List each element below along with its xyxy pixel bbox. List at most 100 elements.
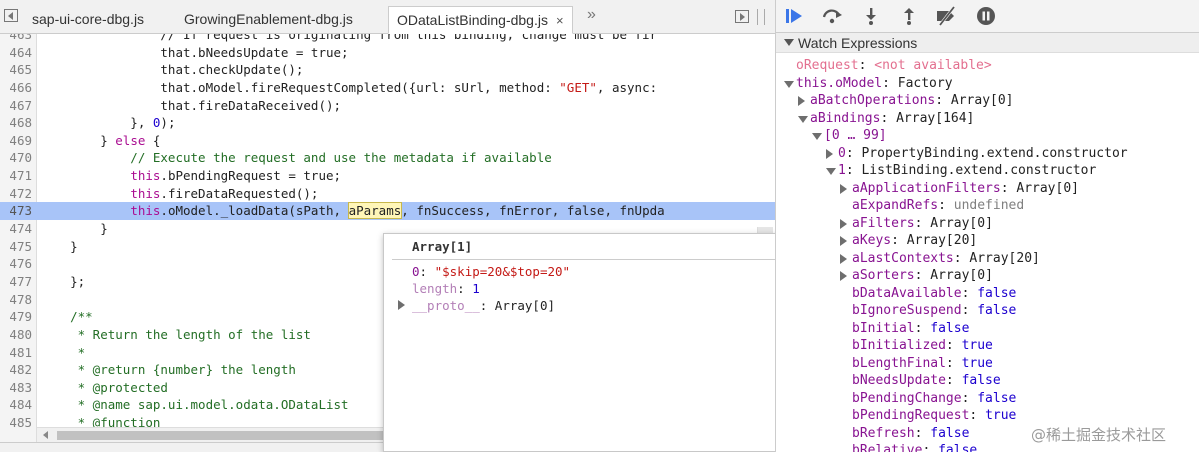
expand-arrow-icon[interactable] (826, 148, 833, 159)
expand-arrow-icon[interactable] (840, 218, 847, 229)
line-number[interactable]: 466 (0, 78, 34, 97)
watch-row[interactable]: aApplicationFilters: Array[0] (776, 180, 1199, 198)
source-tab-bar: sap-ui-core-dbg.js GrowingEnablement-dbg… (0, 0, 775, 34)
code-text: }; (40, 273, 86, 289)
watch-value: false (977, 390, 1017, 406)
object-preview-popover: Array[1] 0: "$skip=20&$top=20" length: 1… (383, 233, 785, 452)
line-number[interactable]: 471 (0, 167, 34, 185)
code-text: }, 0); (40, 115, 176, 131)
watch-row[interactable]: aFilters: Array[0] (776, 215, 1199, 233)
code-line[interactable]: 472 this.fireDataRequested(); (0, 184, 775, 203)
expand-arrow-icon[interactable] (798, 96, 805, 106)
code-line[interactable]: 470 // Execute the request and use the m… (0, 149, 775, 168)
line-number[interactable]: 475 (0, 237, 34, 256)
resume-icon[interactable] (782, 5, 808, 27)
expand-arrow-icon[interactable] (840, 271, 847, 281)
line-number[interactable]: 476 (0, 255, 34, 273)
line-number[interactable]: 463 (0, 34, 34, 44)
code-text: * @return {number} the length (40, 362, 296, 378)
line-number[interactable]: 464 (0, 43, 34, 62)
pause-on-exceptions-icon[interactable] (974, 5, 1000, 27)
line-number[interactable]: 483 (0, 378, 34, 397)
step-over-icon[interactable] (820, 5, 846, 27)
watch-key: bLengthFinal (852, 355, 946, 371)
more-tabs-icon[interactable]: » (587, 6, 596, 24)
watch-row[interactable]: 1: ListBinding.extend.constructor (776, 162, 1199, 180)
code-line[interactable]: 468 }, 0); (0, 114, 775, 132)
watch-row[interactable]: 0: PropertyBinding.extend.constructor (776, 145, 1199, 163)
watch-value: false (930, 425, 970, 441)
hovered-variable-aParams[interactable]: aParams (347, 202, 403, 220)
line-number[interactable]: 477 (0, 272, 34, 291)
line-number[interactable]: 469 (0, 131, 34, 150)
line-number[interactable]: 474 (0, 220, 34, 238)
step-into-icon[interactable] (859, 5, 885, 27)
code-line[interactable]: 469 } else { (0, 131, 775, 150)
line-number[interactable]: 467 (0, 96, 34, 115)
line-number[interactable]: 480 (0, 325, 34, 344)
watch-row: bNeedsUpdate: false (852, 373, 1001, 388)
code-text: this.fireDataRequested(); (130, 185, 319, 201)
line-number[interactable]: 468 (0, 114, 34, 132)
watch-row[interactable]: aSorters: Array[0] (776, 267, 1199, 285)
watch-row: oRequest: <not available> (796, 58, 992, 73)
expand-proto-icon[interactable] (398, 300, 405, 310)
scrollbar-thumb[interactable] (57, 431, 387, 440)
watch-key: this.oModel (796, 75, 883, 91)
watch-row: bPendingRequest: true (852, 408, 1017, 423)
code-line[interactable]: 471 this.bPendingRequest = true; (0, 167, 775, 185)
line-number[interactable]: 485 (0, 414, 34, 432)
line-number[interactable]: 473 (0, 202, 34, 221)
code-line[interactable]: 466 that.oModel.fireRequestCompleted({ur… (0, 78, 775, 97)
watch-row[interactable]: aBindings: Array[164] (776, 110, 1199, 128)
expand-arrow-icon[interactable] (840, 253, 847, 264)
watch-value: false (938, 443, 978, 452)
watch-row: bInitial: false (852, 320, 970, 336)
toggle-debugger-panel-icon[interactable] (735, 10, 749, 23)
tab-sap-ui-core[interactable]: sap-ui-core-dbg.js (24, 6, 152, 34)
line-number[interactable]: 478 (0, 290, 34, 309)
code-line[interactable]: 464 that.bNeedsUpdate = true; (0, 43, 775, 62)
code-text: } else { (40, 132, 161, 148)
tab-label: GrowingEnablement-dbg.js (184, 11, 353, 27)
collapse-arrow-icon[interactable] (798, 115, 808, 123)
watch-expressions-header[interactable]: Watch Expressions (776, 33, 1199, 53)
watch-row[interactable]: aLastContexts: Array[20] (776, 250, 1199, 268)
expand-arrow-icon[interactable] (840, 183, 847, 194)
show-navigator-icon[interactable] (4, 9, 18, 22)
collapse-arrow-icon[interactable] (812, 133, 822, 140)
line-number[interactable]: 484 (0, 396, 34, 415)
line-number[interactable]: 465 (0, 61, 34, 79)
watch-row[interactable]: this.oModel: Factory (776, 75, 1199, 93)
pane-splitter-icon[interactable] (757, 9, 765, 25)
tab-odata-list-binding[interactable]: ODataListBinding-dbg.js × (388, 6, 573, 34)
scroll-left-icon[interactable] (43, 431, 48, 439)
collapse-arrow-icon[interactable] (784, 80, 794, 88)
watch-row[interactable]: [0 … 99] (776, 127, 1199, 145)
step-out-icon[interactable] (897, 5, 923, 27)
line-number[interactable]: 481 (0, 343, 34, 362)
deactivate-breakpoints-icon[interactable] (934, 5, 960, 27)
code-line-current[interactable]: 473 this.oModel._loadData(sPath, aParams… (0, 202, 775, 221)
code-line[interactable]: 465 that.checkUpdate(); (0, 61, 775, 79)
line-number[interactable]: 470 (0, 149, 34, 168)
code-line[interactable]: 467 that.fireDataReceived(); (0, 96, 775, 115)
popover-row-proto[interactable]: __proto__: Array[0] (412, 297, 555, 315)
line-number[interactable]: 482 (0, 361, 34, 379)
watch-row[interactable]: aKeys: Array[20] (776, 232, 1199, 250)
code-text: } (40, 221, 108, 237)
code-line[interactable]: 463 // If request is originating from th… (0, 34, 775, 44)
collapse-arrow-icon[interactable] (826, 168, 836, 175)
popover-title: Array[1] (412, 239, 473, 254)
watch-key: bNeedsUpdate (852, 373, 946, 388)
line-number[interactable]: 479 (0, 308, 34, 326)
watch-value: undefined (953, 198, 1025, 213)
collapse-section-icon[interactable] (784, 39, 794, 46)
tab-growing-enablement[interactable]: GrowingEnablement-dbg.js (176, 6, 361, 34)
watch-row[interactable]: aBatchOperations: Array[0] (776, 92, 1199, 110)
watch-value: Array[0] (1016, 180, 1079, 196)
expand-arrow-icon[interactable] (840, 236, 847, 246)
line-number[interactable]: 472 (0, 184, 34, 203)
close-tab-icon[interactable]: × (556, 8, 564, 34)
watch-row: bIgnoreSuspend: false (852, 303, 1017, 318)
